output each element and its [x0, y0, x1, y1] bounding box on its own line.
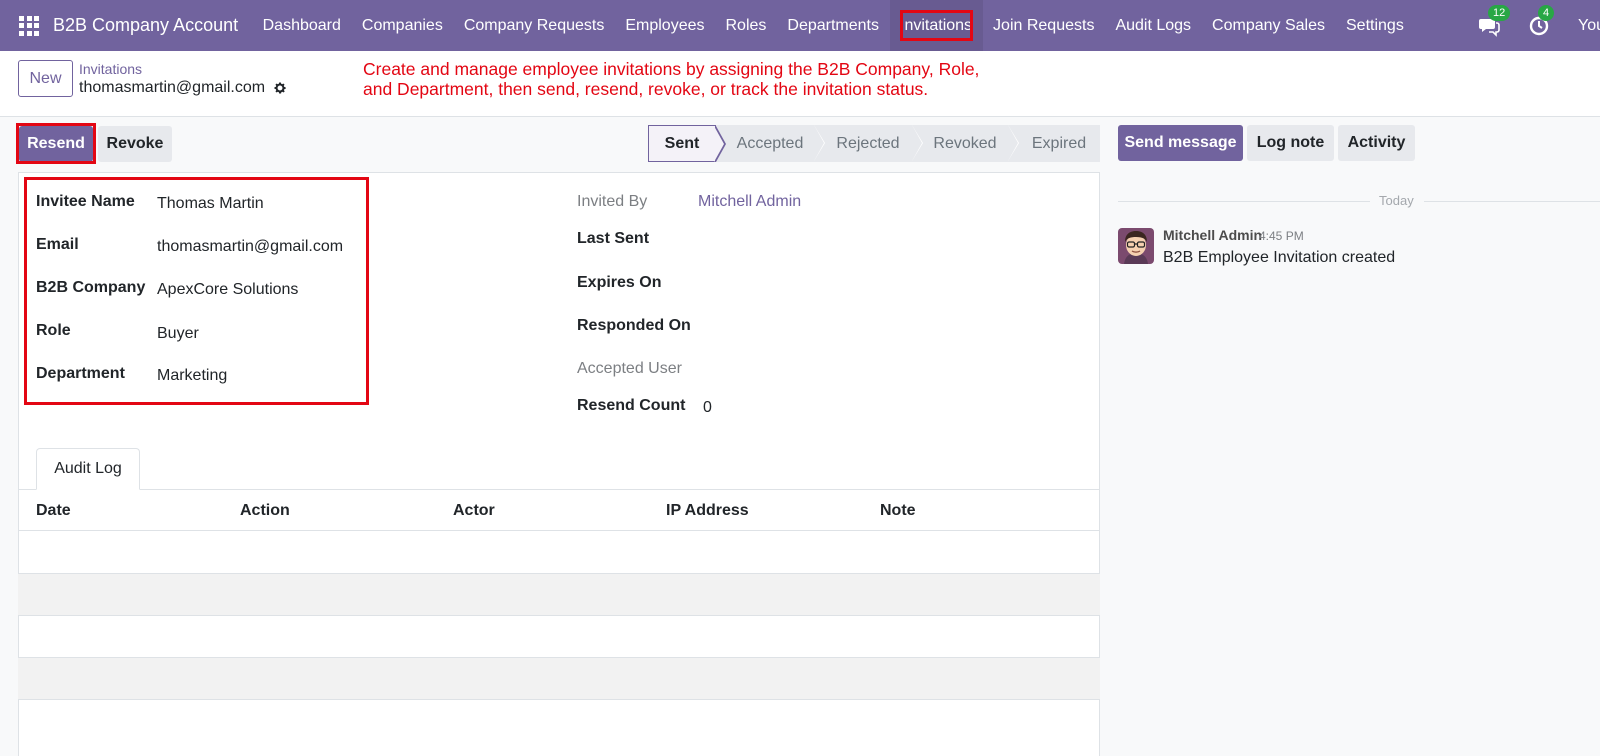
menu-item-settings[interactable]: Settings: [1336, 0, 1415, 51]
messages-icon[interactable]: 12: [1478, 4, 1511, 37]
message-author[interactable]: Mitchell Admin: [1163, 227, 1262, 243]
table-row: [18, 574, 1100, 616]
date-separator-line: [1424, 201, 1600, 202]
invited-by-label: Invited By: [577, 193, 648, 210]
menu-item-departments[interactable]: Departments: [777, 0, 890, 51]
gear-icon[interactable]: [273, 81, 287, 95]
column-ip-address[interactable]: IP Address: [666, 502, 749, 520]
table-row: [18, 616, 1100, 658]
menu-item-audit-logs[interactable]: Audit Logs: [1105, 0, 1202, 51]
main-menu: Dashboard Companies Company Requests Emp…: [252, 0, 1414, 51]
user-menu[interactable]: You: [1578, 17, 1600, 35]
message-body: B2B Employee Invitation created: [1163, 249, 1396, 266]
new-button[interactable]: New: [18, 60, 73, 97]
instruction-annotation: Create and manage employee invitations b…: [363, 59, 1043, 99]
stage-accepted-label: Accepted: [736, 134, 804, 152]
menu-item-roles[interactable]: Roles: [715, 0, 777, 51]
annotation-line-2: and Department, then send, resend, revok…: [363, 79, 929, 99]
expires-on-label: Expires On: [577, 274, 662, 291]
date-separator-line: [1118, 201, 1370, 202]
stage-accepted[interactable]: Accepted: [716, 125, 825, 162]
fields-highlight-box: [24, 177, 369, 405]
control-panel: New Invitations thomasmartin@gmail.com C…: [0, 51, 1600, 117]
date-separator: Today: [1379, 193, 1414, 208]
column-action[interactable]: Action: [240, 502, 290, 520]
table-row: [18, 532, 1100, 574]
menu-item-companies[interactable]: Companies: [351, 0, 453, 51]
log-note-button[interactable]: Log note: [1247, 125, 1334, 161]
responded-on-label: Responded On: [577, 317, 691, 334]
stage-sent[interactable]: Sent: [648, 125, 726, 162]
avatar[interactable]: [1118, 228, 1154, 264]
message-time: 4:45 PM: [1259, 229, 1304, 243]
invited-by-field[interactable]: Mitchell Admin: [698, 193, 801, 211]
apps-menu-icon[interactable]: [19, 15, 39, 36]
menu-item-company-requests[interactable]: Company Requests: [453, 0, 615, 51]
accepted-user-label: Accepted User: [577, 360, 682, 377]
menu-item-invitations[interactable]: Invitations: [889, 0, 983, 51]
resend-count-label: Resend Count: [577, 397, 686, 414]
column-note[interactable]: Note: [880, 502, 916, 520]
menu-item-company-sales[interactable]: Company Sales: [1202, 0, 1336, 51]
menu-item-employees[interactable]: Employees: [615, 0, 715, 51]
top-navbar: B2B Company Account Dashboard Companies …: [0, 0, 1600, 51]
column-date[interactable]: Date: [36, 502, 71, 520]
stage-expired-label: Expired: [1031, 134, 1087, 152]
last-sent-label: Last Sent: [577, 230, 650, 247]
messages-badge: 12: [1488, 4, 1511, 21]
stage-expired[interactable]: Expired: [1008, 125, 1100, 162]
send-message-button[interactable]: Send message: [1118, 125, 1243, 161]
revoke-button[interactable]: Revoke: [98, 126, 172, 162]
table-row: [18, 658, 1100, 700]
stage-rejected[interactable]: Rejected: [814, 125, 923, 162]
table-row: [18, 700, 1100, 742]
activities-badge: 4: [1538, 4, 1555, 21]
stage-rejected-label: Rejected: [836, 134, 900, 152]
breadcrumb-invitations[interactable]: Invitations: [79, 61, 142, 77]
stage-sent-label: Sent: [664, 134, 700, 152]
tab-audit-log[interactable]: Audit Log: [36, 448, 140, 490]
annotation-line-1: Create and manage employee invitations b…: [363, 59, 980, 79]
app-title[interactable]: B2B Company Account: [53, 15, 238, 36]
stage-revoked-label: Revoked: [933, 134, 997, 152]
record-title: thomasmartin@gmail.com: [79, 79, 266, 96]
status-bar: Sent Accepted Rejected Revoked Expired: [648, 125, 1100, 162]
column-actor[interactable]: Actor: [453, 502, 495, 520]
menu-item-join-requests[interactable]: Join Requests: [983, 0, 1105, 51]
menu-item-dashboard[interactable]: Dashboard: [252, 0, 351, 51]
systray: 12 4 You: [1478, 0, 1600, 51]
activity-clock-icon[interactable]: 4: [1528, 4, 1555, 37]
breadcrumb-current: thomasmartin@gmail.com: [79, 79, 287, 97]
audit-table-header: Date Action Actor IP Address Note: [18, 490, 1100, 531]
resend-count-field: 0: [703, 399, 712, 416]
activity-button[interactable]: Activity: [1338, 125, 1415, 161]
resend-highlight-box: [16, 123, 96, 164]
stage-revoked[interactable]: Revoked: [912, 125, 1019, 162]
